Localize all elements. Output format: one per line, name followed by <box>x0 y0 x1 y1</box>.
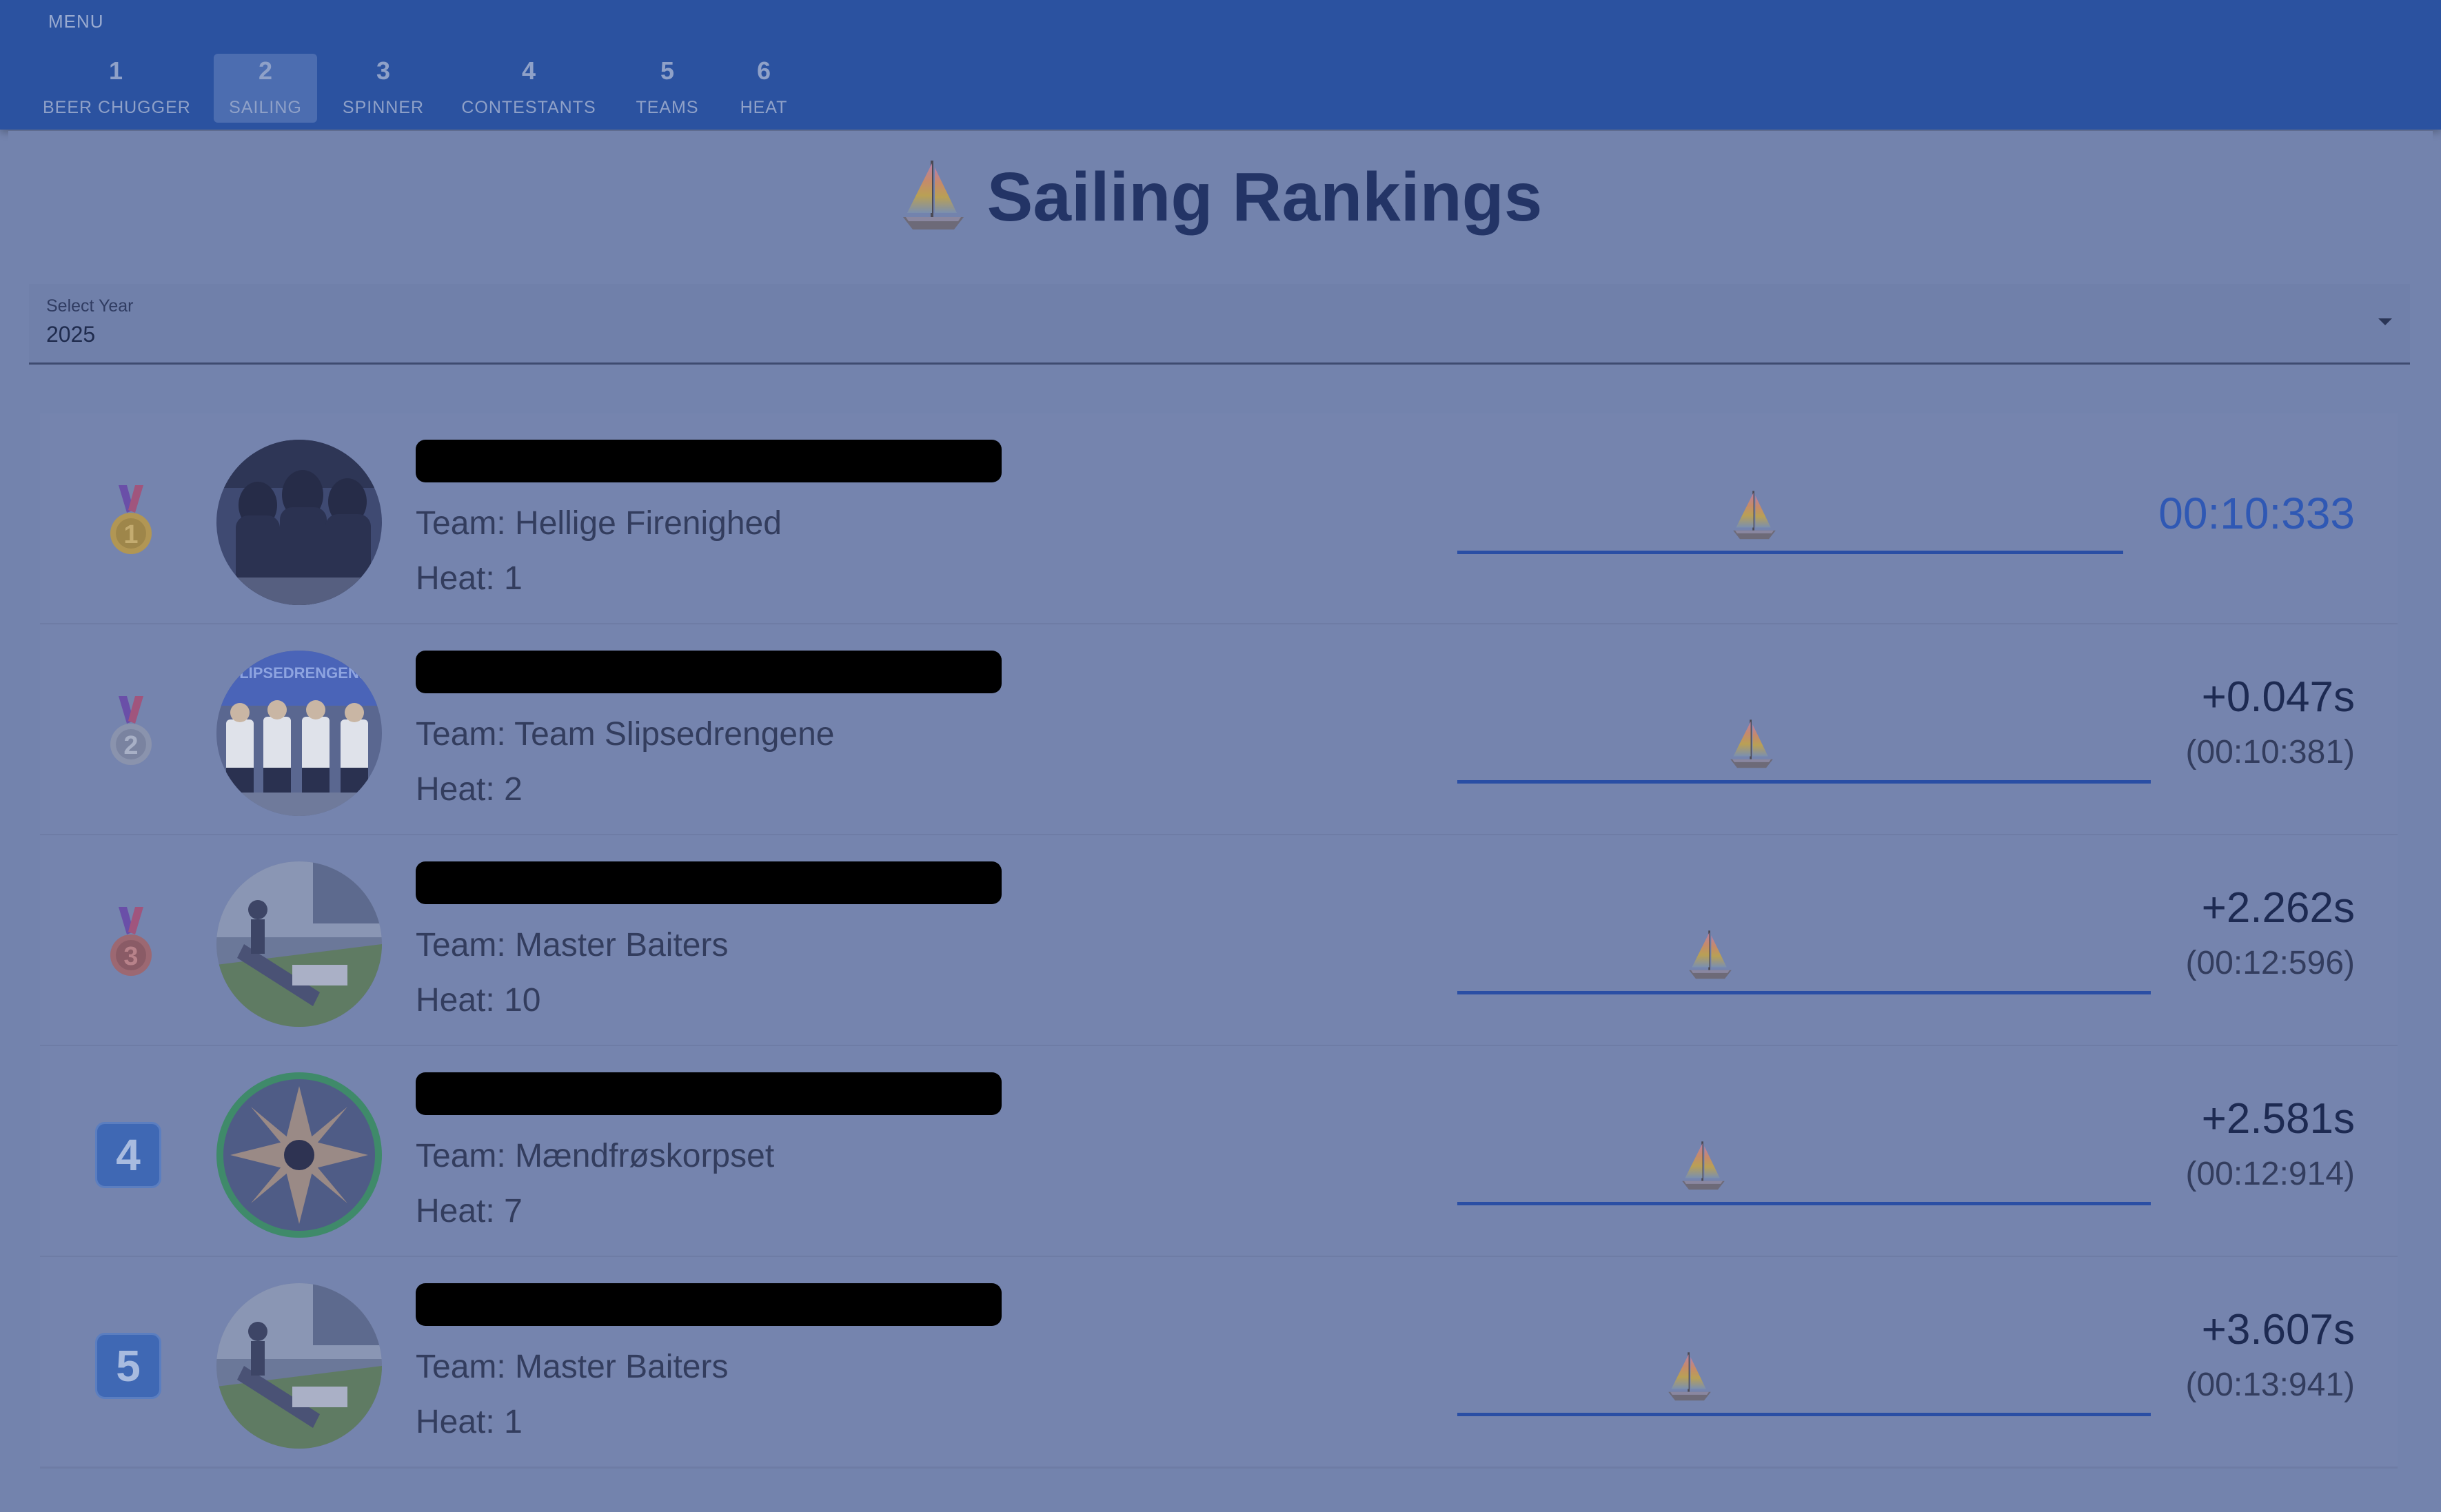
silver-medal-icon: 2 <box>110 696 152 765</box>
page-title-text: Sailing Rankings <box>986 159 1543 236</box>
rankings-list: 1 Team: Hellige Firenighed Heat: 1 00:10… <box>40 413 2398 1475</box>
tab-contestants[interactable]: 4 CONTESTANTS <box>456 54 601 123</box>
year-select-label: Select Year <box>46 296 134 316</box>
tab-label: SPINNER <box>342 98 425 117</box>
progress-track <box>1457 1202 2151 1205</box>
contestant-name-redacted <box>416 440 1002 482</box>
svg-text:3: 3 <box>123 942 138 971</box>
sailboat-icon <box>899 158 968 234</box>
page-title: Sailing Rankings <box>0 150 2441 244</box>
avatar <box>216 440 382 605</box>
menu-label: MENU <box>48 11 104 32</box>
absolute-time: (00:10:381) <box>2185 734 2355 770</box>
avatar <box>216 861 382 1027</box>
best-time: 00:10:333 <box>2158 489 2355 538</box>
sailboat-icon <box>1686 928 1734 983</box>
tab-label: SAILING <box>229 98 302 117</box>
tab-beer-chugger[interactable]: 1 BEER CHUGGER <box>43 54 191 123</box>
year-select-value: 2025 <box>46 322 96 347</box>
tab-label: TEAMS <box>636 98 699 117</box>
tab-heat[interactable]: 6 HEAT <box>728 54 800 123</box>
year-select[interactable]: Select Year 2025 <box>29 284 2410 365</box>
contestant-name-redacted <box>416 861 1002 904</box>
absolute-time: (00:13:941) <box>2185 1367 2355 1403</box>
tab-number: 2 <box>258 57 273 85</box>
ranking-row: 5 Team: Master Baiters Heat: 1 +3.607s (… <box>40 1257 2398 1469</box>
sailboat-icon <box>1728 717 1776 772</box>
sailboat-icon <box>1730 488 1779 543</box>
tab-spinner[interactable]: 3 SPINNER <box>335 54 432 123</box>
chevron-down-icon[interactable] <box>2378 318 2392 325</box>
tab-number: 4 <box>521 57 536 85</box>
progress-track <box>1457 1413 2151 1416</box>
tab-label: HEAT <box>740 98 788 117</box>
time-difference: +2.581s <box>2201 1095 2355 1143</box>
ranking-row: 4 Team: Mændfrøskorpset Heat: 7 +2.581s … <box>40 1046 2398 1258</box>
sailboat-icon <box>1679 1138 1728 1194</box>
time-difference: +0.047s <box>2201 673 2355 721</box>
avatar <box>216 1283 382 1449</box>
tab-sailing[interactable]: 2 SAILING <box>214 54 317 123</box>
keycap-4-icon: 4 <box>95 1122 161 1188</box>
time-difference: +3.607s <box>2201 1306 2355 1353</box>
heat-label: Heat: 7 <box>416 1193 523 1229</box>
heat-label: Heat: 10 <box>416 982 541 1019</box>
absolute-time: (00:12:914) <box>2185 1156 2355 1192</box>
team-label: Team: Mændfrøskorpset <box>416 1138 775 1174</box>
app-bar: MENU 1 BEER CHUGGER 2 SAILING 3 SPINNER … <box>0 0 2441 130</box>
progress-track <box>1457 551 2123 554</box>
progress-track <box>1457 780 2151 784</box>
heat-label: Heat: 1 <box>416 1404 523 1440</box>
team-label: Team: Master Baiters <box>416 927 729 963</box>
svg-text:SLIPSEDRENGENE: SLIPSEDRENGENE <box>230 664 369 682</box>
heat-label: Heat: 2 <box>416 771 523 808</box>
tab-teams[interactable]: 5 TEAMS <box>626 54 709 123</box>
tab-number: 6 <box>756 57 771 85</box>
svg-text:1: 1 <box>123 520 138 549</box>
ranking-row: 2 SLIPSEDRENGENE Team: Team Slipsedrenge… <box>40 624 2398 836</box>
tab-number: 3 <box>376 57 391 85</box>
ranking-row: 3 Team: Master Baiters Heat: 10 +2.262s … <box>40 835 2398 1047</box>
sailboat-icon <box>1665 1349 1714 1404</box>
avatar <box>216 1072 382 1238</box>
absolute-time: (00:12:596) <box>2185 945 2355 981</box>
team-label: Team: Hellige Firenighed <box>416 505 782 542</box>
progress-track <box>1457 991 2151 994</box>
team-label: Team: Team Slipsedrengene <box>416 716 835 753</box>
tab-label: BEER CHUGGER <box>43 98 191 117</box>
tab-number: 5 <box>660 57 675 85</box>
avatar: SLIPSEDRENGENE <box>216 651 382 816</box>
svg-text:2: 2 <box>123 731 138 760</box>
ranking-row: 1 Team: Hellige Firenighed Heat: 1 00:10… <box>40 413 2398 625</box>
keycap-5-icon: 5 <box>95 1333 161 1399</box>
contestant-name-redacted <box>416 651 1002 693</box>
bronze-medal-icon: 3 <box>110 907 152 976</box>
heat-label: Heat: 1 <box>416 560 523 597</box>
team-label: Team: Master Baiters <box>416 1349 729 1385</box>
contestant-name-redacted <box>416 1283 1002 1326</box>
tab-label: CONTESTANTS <box>461 98 596 117</box>
gold-medal-icon: 1 <box>110 485 152 554</box>
tab-number: 1 <box>108 57 123 85</box>
contestant-name-redacted <box>416 1072 1002 1115</box>
time-difference: +2.262s <box>2201 884 2355 932</box>
